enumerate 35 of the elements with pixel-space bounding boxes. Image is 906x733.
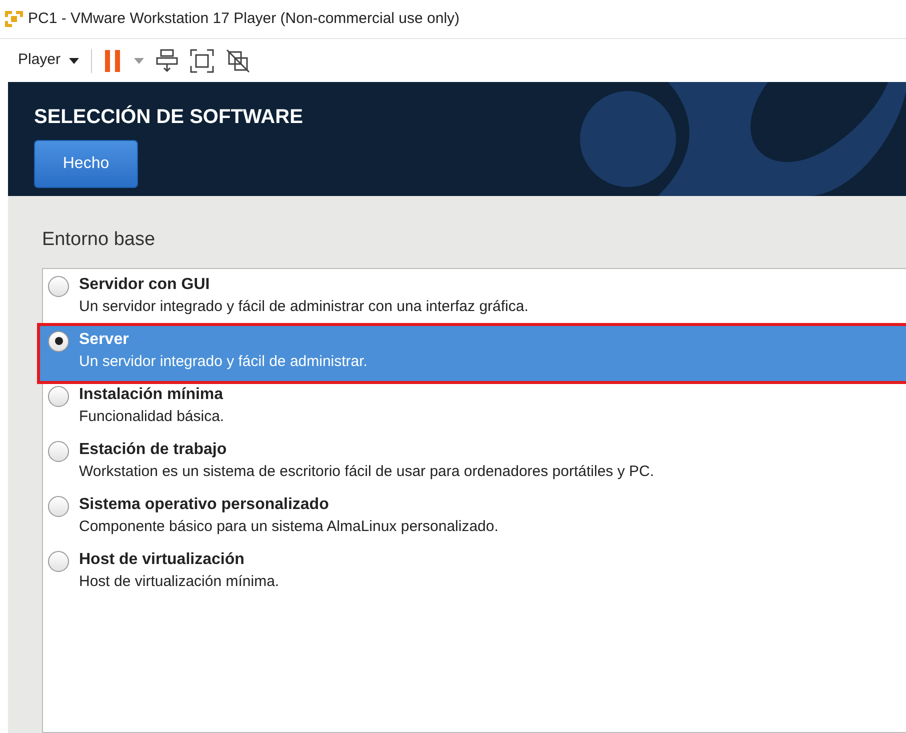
option-title: Host de virtualización (79, 550, 246, 570)
radio-button[interactable] (48, 276, 69, 296)
pause-button[interactable] (104, 50, 122, 72)
radio-button[interactable] (48, 496, 69, 516)
player-menu[interactable]: Player (18, 49, 79, 72)
option-title: Estación de trabajo (79, 440, 228, 460)
option-description: Funcionalidad básica. (79, 406, 224, 426)
option-title: Sistema operativo personalizado (79, 494, 330, 514)
option-description: Un servidor integrado y fácil de administrar con una interfaz gráfica. (79, 296, 528, 316)
option-description: Host de virtualización mínima. (79, 572, 280, 592)
option-description: Workstation es un sistema de escritorio fácil de usar para ordenadores portátiles y PC. (79, 462, 654, 482)
caret-icon[interactable] (134, 58, 144, 64)
fullscreen-icon[interactable] (190, 48, 214, 72)
unity-icon[interactable] (226, 48, 250, 72)
environment-option[interactable]: Instalación mínima Funcionalidad básica. (43, 380, 906, 436)
radio-button[interactable] (48, 440, 69, 462)
window-title: PC1 - VMware Workstation 17 Player (Non-commercial use only) (28, 8, 460, 29)
option-title: Instalación mínima (79, 384, 224, 404)
environment-option[interactable]: Estación de trabajo Workstation es un sistema de escritorio fácil de usar para ordenadores portátiles y PC. (43, 436, 906, 490)
section-title: Entorno base (42, 228, 156, 252)
radio-button[interactable] (48, 550, 69, 572)
radio-button[interactable] (48, 330, 69, 352)
option-title: Server (79, 330, 130, 350)
environment-option[interactable]: Sistema operativo personalizado Componente básico para un sistema AlmaLinux personalizado. (43, 490, 906, 546)
option-description: Componente básico para un sistema AlmaLinux personalizado. (79, 516, 498, 536)
done-button[interactable]: Hecho (34, 140, 138, 188)
environment-option[interactable]: Servidor con GUI Un servidor integrado y fácil de administrar con una interfaz gráfica. (43, 270, 906, 326)
page-title: SELECCIÓN DE SOFTWARE (34, 104, 303, 130)
radio-button[interactable] (48, 386, 69, 406)
option-title: Servidor con GUI (79, 274, 211, 294)
send-keys-icon[interactable] (156, 48, 178, 72)
environment-option[interactable]: Host de virtualización Host de virtualización mínima. (43, 546, 906, 600)
caret-icon (68, 58, 79, 64)
option-description: Un servidor integrado y fácil de administrar. (79, 352, 368, 372)
app-logo-icon (4, 10, 24, 28)
